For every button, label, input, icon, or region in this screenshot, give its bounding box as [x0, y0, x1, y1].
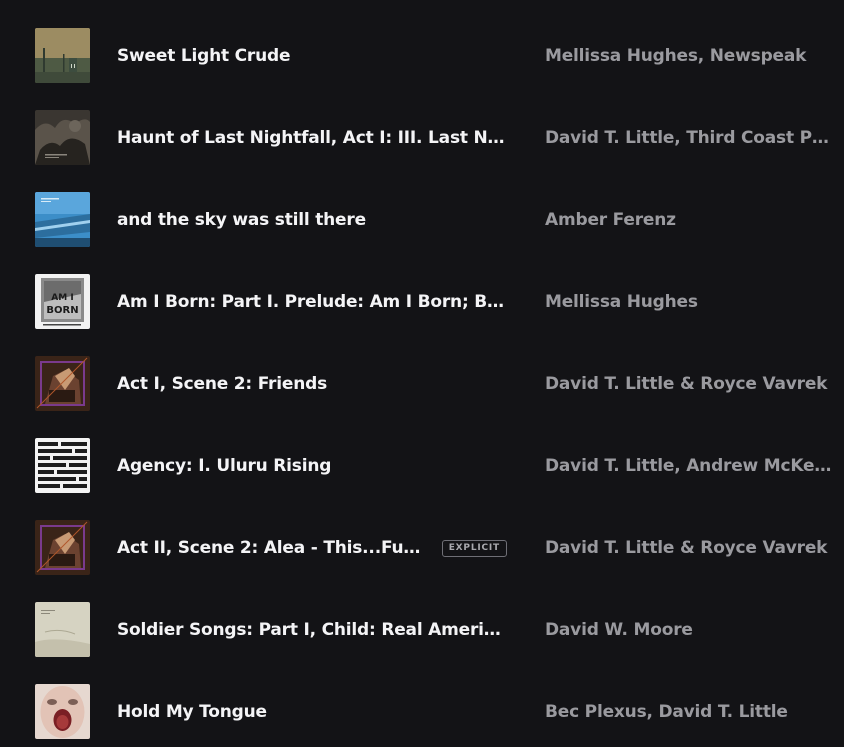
album-art-dog-days-icon — [35, 520, 90, 575]
album-art-am-i-born-icon: AM I BORN — [35, 274, 90, 329]
album-art-soldier-songs-icon — [35, 602, 90, 657]
album-art-haunt-of-last-nightfall-icon — [35, 110, 90, 165]
explicit-badge: EXPLICIT — [441, 539, 507, 557]
track-row[interactable]: Soldier Songs: Part I, Child: Real Ameri… — [0, 574, 844, 657]
track-artist[interactable]: David W. Moore — [545, 618, 838, 642]
track-row[interactable]: AM I BORN Am I Born: Part I. Prelude: Am… — [0, 246, 844, 329]
track-row[interactable]: Haunt of Last Nightfall, Act I: III. Las… — [0, 82, 844, 165]
svg-text:BORN: BORN — [46, 305, 78, 316]
track-title[interactable]: and the sky was still there — [117, 210, 366, 230]
track-artist[interactable]: Bec Plexus, David T. Little — [545, 700, 838, 724]
track-title[interactable]: Sweet Light Crude — [117, 46, 290, 66]
album-art-dog-days-icon — [35, 356, 90, 411]
track-title[interactable]: Hold My Tongue — [117, 702, 267, 722]
track-artist[interactable]: David T. Little, Andrew McKenna... — [545, 454, 838, 478]
track-title[interactable]: Act I, Scene 2: Friends — [117, 374, 327, 394]
track-title[interactable]: Agency: I. Uluru Rising — [117, 456, 331, 476]
track-artist[interactable]: Mellissa Hughes, Newspeak — [545, 44, 838, 68]
track-artist[interactable]: David T. Little & Royce Vavrek — [545, 536, 838, 560]
track-row[interactable]: Hold My Tongue Bec Plexus, David T. Litt… — [0, 656, 844, 739]
track-row[interactable]: Act II, Scene 2: Alea - This...Fucked EX… — [0, 492, 844, 575]
svg-text:AM I: AM I — [51, 293, 73, 303]
album-art-sweet-light-crude-icon — [35, 28, 90, 83]
track-title[interactable]: Am I Born: Part I. Prelude: Am I Born; B… — [117, 292, 507, 312]
track-title[interactable]: Haunt of Last Nightfall, Act I: III. Las… — [117, 128, 507, 148]
track-row[interactable]: Agency: I. Uluru Rising David T. Little,… — [0, 410, 844, 493]
track-list: Sweet Light Crude Mellissa Hughes, Newsp… — [0, 0, 844, 747]
track-title[interactable]: Soldier Songs: Part I, Child: Real Ameri… — [117, 620, 507, 640]
album-art-and-the-sky-icon — [35, 192, 90, 247]
track-artist[interactable]: Amber Ferenz — [545, 208, 838, 232]
track-row[interactable]: Sweet Light Crude Mellissa Hughes, Newsp… — [0, 0, 844, 83]
track-artist[interactable]: David T. Little, Third Coast Percu... — [545, 126, 838, 150]
track-title[interactable]: Act II, Scene 2: Alea - This...Fucked — [117, 538, 428, 558]
track-artist[interactable]: David T. Little & Royce Vavrek — [545, 372, 838, 396]
album-art-hold-my-tongue-icon — [35, 684, 90, 739]
track-row[interactable]: Act I, Scene 2: Friends David T. Little … — [0, 328, 844, 411]
track-artist[interactable]: Mellissa Hughes — [545, 290, 838, 314]
album-art-agency-icon — [35, 438, 90, 493]
track-row[interactable]: and the sky was still there Amber Ferenz — [0, 164, 844, 247]
